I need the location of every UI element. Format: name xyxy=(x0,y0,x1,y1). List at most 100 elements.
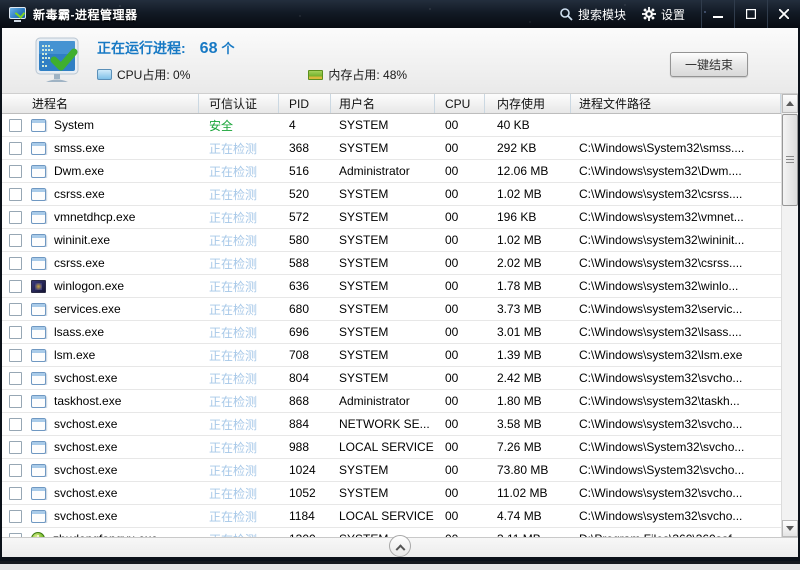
cpu-value: 00 xyxy=(435,279,485,293)
row-checkbox[interactable] xyxy=(9,165,22,178)
cpu-value: 0% xyxy=(173,68,190,82)
cpu-value: 00 xyxy=(435,141,485,155)
maximize-button[interactable] xyxy=(734,0,767,28)
column-header-name[interactable]: 进程名 xyxy=(2,94,199,113)
table-row[interactable]: wininit.exe 正在检测 580 SYSTEM 00 1.02 MB C… xyxy=(2,229,781,252)
mem-value: 12.06 MB xyxy=(485,164,571,178)
column-header-trust[interactable]: 可信认证 xyxy=(199,94,279,113)
settings-label: 设置 xyxy=(661,6,685,23)
row-checkbox[interactable] xyxy=(9,464,22,477)
table-row[interactable]: winlogon.exe 正在检测 636 SYSTEM 00 1.78 MB … xyxy=(2,275,781,298)
process-table-body: System 安全 4 SYSTEM 00 40 KB smss.exe 正在检… xyxy=(2,114,781,537)
row-checkbox[interactable] xyxy=(9,119,22,132)
table-row[interactable]: svchost.exe 正在检测 1052 SYSTEM 00 11.02 MB… xyxy=(2,482,781,505)
table-row[interactable]: lsass.exe 正在检测 696 SYSTEM 00 3.01 MB C:\… xyxy=(2,321,781,344)
trust-status: 正在检测 xyxy=(209,349,257,363)
table-row[interactable]: csrss.exe 正在检测 588 SYSTEM 00 2.02 MB C:\… xyxy=(2,252,781,275)
trust-status: 正在检测 xyxy=(209,510,257,524)
row-checkbox[interactable] xyxy=(9,211,22,224)
mem-value: 3.73 MB xyxy=(485,302,571,316)
table-row[interactable]: System 安全 4 SYSTEM 00 40 KB xyxy=(2,114,781,137)
mem-value: 3.01 MB xyxy=(485,325,571,339)
search-module-label: 搜索模块 xyxy=(578,6,626,23)
scrollbar-track[interactable] xyxy=(782,113,798,520)
row-checkbox[interactable] xyxy=(9,234,22,247)
row-checkbox[interactable] xyxy=(9,418,22,431)
table-row[interactable]: svchost.exe 正在检测 1024 SYSTEM 00 73.80 MB… xyxy=(2,459,781,482)
settings-button[interactable]: 设置 xyxy=(634,6,693,23)
trust-status: 正在检测 xyxy=(209,395,257,409)
row-checkbox[interactable] xyxy=(9,349,22,362)
user-value: Administrator xyxy=(331,164,435,178)
process-name: svchost.exe xyxy=(54,463,117,477)
row-checkbox[interactable] xyxy=(9,303,22,316)
cpu-value: 00 xyxy=(435,440,485,454)
table-row[interactable]: svchost.exe 正在检测 1184 LOCAL SERVICE 00 4… xyxy=(2,505,781,528)
column-header-user[interactable]: 用户名 xyxy=(331,94,435,113)
table-row[interactable]: smss.exe 正在检测 368 SYSTEM 00 292 KB C:\Wi… xyxy=(2,137,781,160)
row-checkbox[interactable] xyxy=(9,326,22,339)
table-row[interactable]: vmnetdhcp.exe 正在检测 572 SYSTEM 00 196 KB … xyxy=(2,206,781,229)
table-row[interactable]: zhudongfangyu.exe 正在检测 1300 SYSTEM 00 3.… xyxy=(2,528,781,537)
summary-panel: 正在运行进程:68个 CPU占用: 0% 内存占用: 48% 一键结束 xyxy=(2,28,798,94)
row-checkbox[interactable] xyxy=(9,510,22,523)
running-processes-line: 正在运行进程:68个 xyxy=(97,38,234,58)
table-row[interactable]: taskhost.exe 正在检测 868 Administrator 00 1… xyxy=(2,390,781,413)
usage-line: CPU占用: 0% 内存占用: 48% xyxy=(97,66,407,83)
user-value: SYSTEM xyxy=(331,187,435,201)
user-value: SYSTEM xyxy=(331,371,435,385)
row-checkbox[interactable] xyxy=(9,142,22,155)
user-value: SYSTEM xyxy=(331,325,435,339)
window-icon xyxy=(31,188,46,201)
process-name: vmnetdhcp.exe xyxy=(54,210,135,224)
user-value: SYSTEM xyxy=(331,118,435,132)
cpu-value: 00 xyxy=(435,486,485,500)
cpu-value: 00 xyxy=(435,509,485,523)
cpu-value: 00 xyxy=(435,325,485,339)
scroll-up-button[interactable] xyxy=(782,94,798,113)
table-row[interactable]: lsm.exe 正在检测 708 SYSTEM 00 1.39 MB C:\Wi… xyxy=(2,344,781,367)
collapse-panel-button[interactable] xyxy=(389,535,411,557)
row-checkbox[interactable] xyxy=(9,280,22,293)
window-icon xyxy=(31,165,46,178)
scroll-down-button[interactable] xyxy=(782,520,798,537)
end-all-button[interactable]: 一键结束 xyxy=(670,52,748,77)
mem-value: 1.39 MB xyxy=(485,348,571,362)
minimize-button[interactable] xyxy=(701,0,734,28)
window-icon xyxy=(31,326,46,339)
pid-value: 988 xyxy=(279,440,331,454)
path-value: C:\Windows\system32\svcho... xyxy=(571,486,781,500)
table-row[interactable]: Dwm.exe 正在检测 516 Administrator 00 12.06 … xyxy=(2,160,781,183)
row-checkbox[interactable] xyxy=(9,487,22,500)
vertical-scrollbar[interactable] xyxy=(781,94,798,537)
table-header: 进程名 可信认证 PID 用户名 CPU 内存使用 进程文件路径 xyxy=(2,94,781,114)
column-header-mem[interactable]: 内存使用 xyxy=(485,94,571,113)
search-module-button[interactable]: 搜索模块 xyxy=(551,6,634,23)
table-row[interactable]: csrss.exe 正在检测 520 SYSTEM 00 1.02 MB C:\… xyxy=(2,183,781,206)
search-icon xyxy=(559,7,573,21)
scrollbar-thumb[interactable] xyxy=(782,114,798,206)
main-content: 正在运行进程:68个 CPU占用: 0% 内存占用: 48% 一键结束 进程名 … xyxy=(2,28,798,557)
table-row[interactable]: services.exe 正在检测 680 SYSTEM 00 3.73 MB … xyxy=(2,298,781,321)
table-row[interactable]: svchost.exe 正在检测 804 SYSTEM 00 2.42 MB C… xyxy=(2,367,781,390)
row-checkbox[interactable] xyxy=(9,257,22,270)
table-row[interactable]: svchost.exe 正在检测 988 LOCAL SERVICE 00 7.… xyxy=(2,436,781,459)
user-value: SYSTEM xyxy=(331,279,435,293)
process-name: winlogon.exe xyxy=(54,279,124,293)
row-checkbox[interactable] xyxy=(9,395,22,408)
pid-value: 572 xyxy=(279,210,331,224)
window-icon xyxy=(31,441,46,454)
column-header-pid[interactable]: PID xyxy=(279,94,331,113)
row-checkbox[interactable] xyxy=(9,441,22,454)
row-checkbox[interactable] xyxy=(9,188,22,201)
column-header-path[interactable]: 进程文件路径 xyxy=(571,94,781,113)
window-icon xyxy=(31,257,46,270)
table-row[interactable]: svchost.exe 正在检测 884 NETWORK SE... 00 3.… xyxy=(2,413,781,436)
mem-value: 2.42 MB xyxy=(485,371,571,385)
close-button[interactable] xyxy=(767,0,800,28)
pid-value: 1184 xyxy=(279,509,331,523)
column-header-cpu[interactable]: CPU xyxy=(435,94,485,113)
row-checkbox[interactable] xyxy=(9,372,22,385)
process-name: svchost.exe xyxy=(54,509,117,523)
mem-value: 2.02 MB xyxy=(485,256,571,270)
